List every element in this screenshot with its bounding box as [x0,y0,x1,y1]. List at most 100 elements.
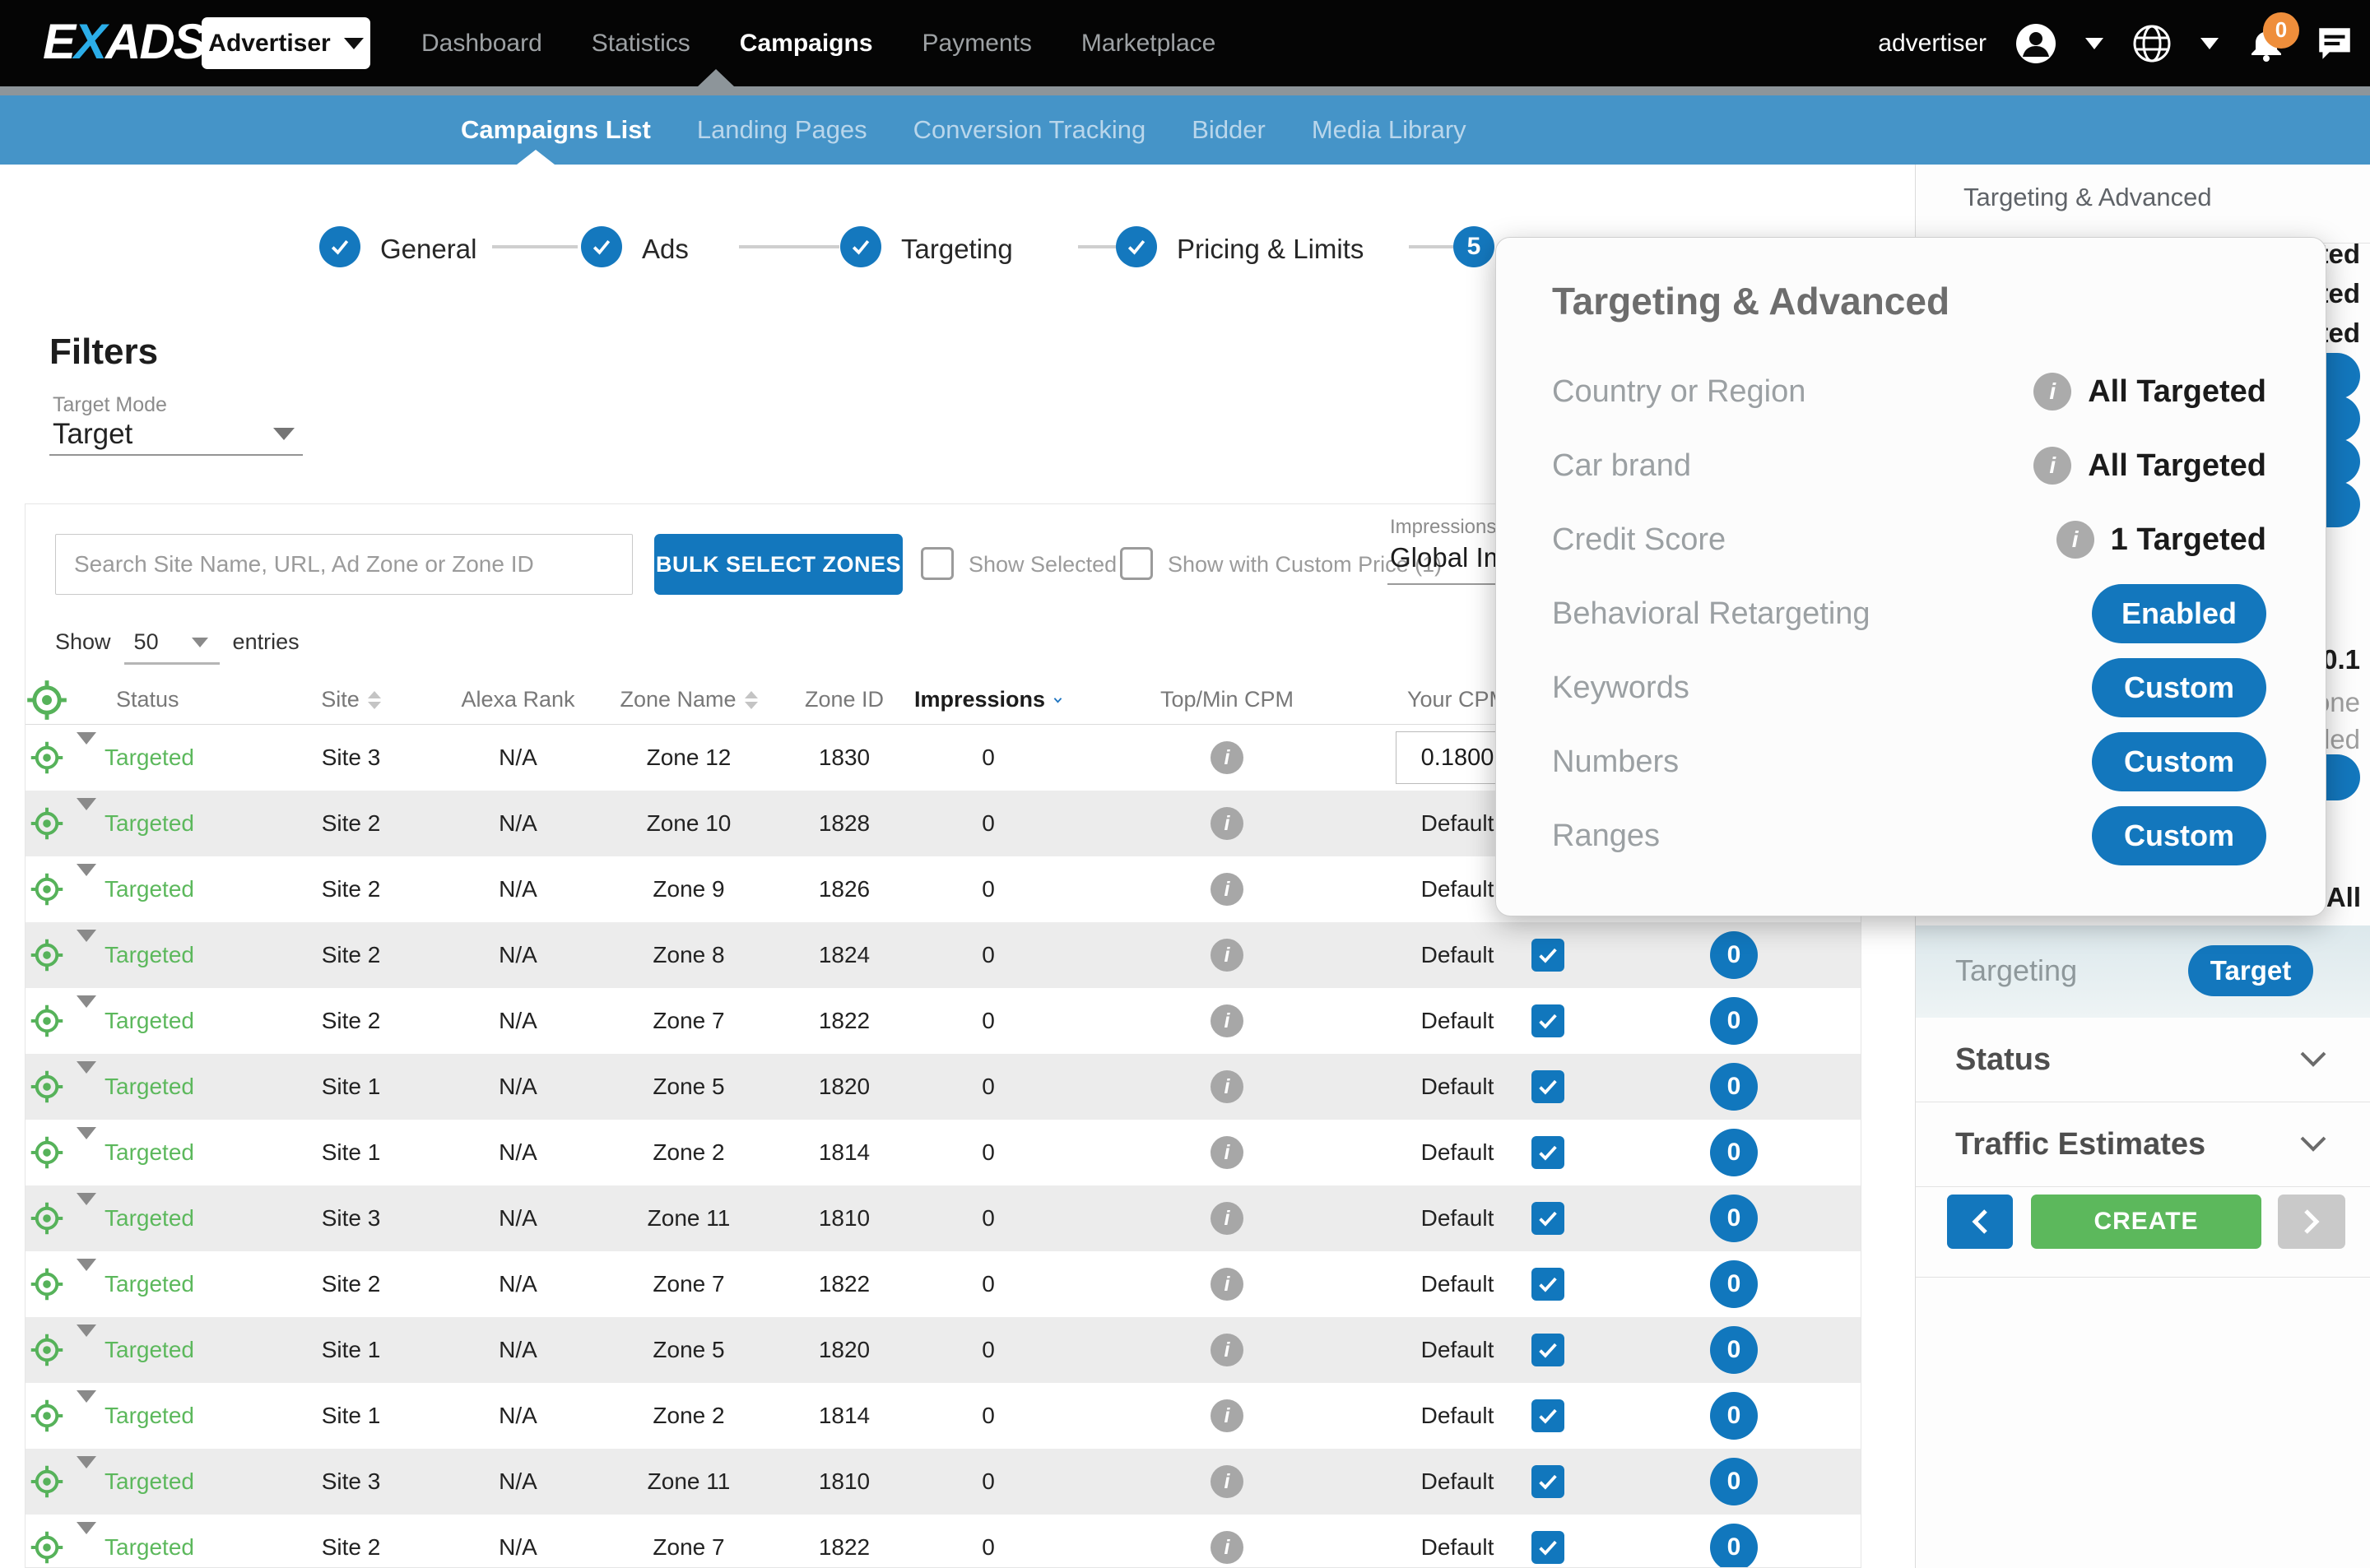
show-selected-checkbox[interactable] [921,547,954,580]
tab-campaigns-list[interactable]: Campaigns List [461,115,651,145]
column-zone-name[interactable]: Zone Name [603,687,774,712]
language-globe-icon[interactable] [2131,23,2172,64]
popover-row-pill-button[interactable]: Custom [2092,806,2266,865]
info-icon[interactable]: i [2033,373,2072,411]
row-expand-caret[interactable] [77,930,96,967]
show-custom-price-checkbox[interactable] [1120,547,1153,580]
tab-conversion-tracking[interactable]: Conversion Tracking [913,115,1146,145]
zone-search-input[interactable] [55,534,633,595]
zone-select-checkbox[interactable] [1531,1399,1564,1432]
zone-select-checkbox[interactable] [1531,1136,1564,1169]
zone-select-checkbox[interactable] [1531,1531,1564,1564]
exads-logo[interactable]: EXADS [43,13,207,70]
zone-count-pill[interactable]: 0 [1710,1260,1758,1308]
step-pricing-circle[interactable] [1116,226,1157,267]
target-toggle-icon[interactable] [30,872,64,907]
row-expand-caret[interactable] [77,1127,96,1165]
targeting-mode-pill[interactable]: Target [2188,945,2313,996]
step-targeting-circle[interactable] [840,226,881,267]
cpm-info-icon[interactable]: i [1211,939,1243,972]
zone-select-checkbox[interactable] [1531,1070,1564,1103]
zone-count-pill[interactable]: 0 [1710,1195,1758,1242]
cpm-info-icon[interactable]: i [1211,1004,1243,1037]
zone-count-pill[interactable]: 0 [1710,1524,1758,1567]
target-all-icon[interactable] [26,679,68,721]
zone-count-pill[interactable]: 0 [1710,1129,1758,1176]
info-icon[interactable]: i [2033,447,2072,485]
nav-payments[interactable]: Payments [922,30,1032,58]
step-ads-circle[interactable] [581,226,622,267]
target-toggle-icon[interactable] [30,806,64,841]
step-general-circle[interactable] [319,226,360,267]
zone-select-checkbox[interactable] [1531,1268,1564,1301]
traffic-estimates-accordion[interactable]: Traffic Estimates [1916,1102,2370,1187]
cpm-info-icon[interactable]: i [1211,1531,1243,1564]
target-toggle-icon[interactable] [30,1135,64,1170]
target-toggle-icon[interactable] [30,1530,64,1565]
row-expand-caret[interactable] [77,1456,96,1494]
column-zone-id[interactable]: Zone ID [774,687,914,712]
zone-count-pill[interactable]: 0 [1710,1392,1758,1440]
zone-select-checkbox[interactable] [1531,1004,1564,1037]
cpm-info-icon[interactable]: i [1211,1465,1243,1498]
row-expand-caret[interactable] [77,1522,96,1560]
column-status[interactable]: Status [105,687,269,712]
create-button[interactable]: CREATE [2031,1195,2261,1249]
zone-count-pill[interactable]: 0 [1710,1326,1758,1374]
notifications-bell-icon[interactable]: 0 [2247,12,2299,63]
account-type-button[interactable]: Advertiser [202,17,370,69]
target-toggle-icon[interactable] [30,1069,64,1104]
zone-count-pill[interactable]: 0 [1710,997,1758,1045]
bulk-select-zones-button[interactable]: BULK SELECT ZONES [654,534,903,595]
target-toggle-icon[interactable] [30,1267,64,1301]
nav-dashboard[interactable]: Dashboard [421,30,542,58]
popover-row-pill-button[interactable]: Custom [2092,658,2266,717]
target-mode-chevron[interactable] [273,428,295,440]
tab-landing-pages[interactable]: Landing Pages [697,115,867,145]
next-step-button[interactable] [2278,1195,2345,1249]
tab-bidder[interactable]: Bidder [1192,115,1266,145]
target-toggle-icon[interactable] [30,740,64,775]
zone-select-checkbox[interactable] [1531,1465,1564,1498]
user-avatar[interactable] [2014,22,2057,65]
cpm-info-icon[interactable]: i [1211,807,1243,840]
zone-select-checkbox[interactable] [1531,1334,1564,1366]
target-toggle-icon[interactable] [30,1333,64,1367]
column-top-min-cpm[interactable]: Top/Min CPM [1062,687,1392,712]
target-toggle-icon[interactable] [30,1399,64,1433]
popover-row-pill-button[interactable]: Custom [2092,732,2266,791]
row-expand-caret[interactable] [77,732,96,770]
row-expand-caret[interactable] [77,1061,96,1099]
zone-count-pill[interactable]: 0 [1710,1063,1758,1111]
column-alexa-rank[interactable]: Alexa Rank [433,687,603,712]
nav-campaigns[interactable]: Campaigns [740,30,873,58]
cpm-info-icon[interactable]: i [1211,1399,1243,1432]
target-toggle-icon[interactable] [30,1201,64,1236]
cpm-info-icon[interactable]: i [1211,1334,1243,1366]
row-expand-caret[interactable] [77,864,96,902]
cpm-info-icon[interactable]: i [1211,741,1243,774]
zone-count-pill[interactable]: 0 [1710,931,1758,979]
row-expand-caret[interactable] [77,1324,96,1362]
language-menu-chevron[interactable] [2200,37,2219,49]
page-size-select[interactable]: 50 [123,629,220,665]
popover-row-pill-button[interactable]: Enabled [2092,584,2266,643]
nav-statistics[interactable]: Statistics [592,30,690,58]
row-expand-caret[interactable] [77,798,96,836]
target-toggle-icon[interactable] [30,938,64,972]
zone-select-checkbox[interactable] [1531,939,1564,972]
status-accordion[interactable]: Status [1916,1018,2370,1102]
row-expand-caret[interactable] [77,1193,96,1231]
target-toggle-icon[interactable] [30,1004,64,1038]
account-menu-chevron[interactable] [2085,37,2103,49]
zone-select-checkbox[interactable] [1531,1202,1564,1235]
row-expand-caret[interactable] [77,1259,96,1297]
cpm-info-icon[interactable]: i [1211,873,1243,906]
cpm-info-icon[interactable]: i [1211,1136,1243,1169]
cpm-info-icon[interactable]: i [1211,1070,1243,1103]
nav-marketplace[interactable]: Marketplace [1081,30,1215,58]
column-site[interactable]: Site [269,687,433,712]
zone-count-pill[interactable]: 0 [1710,1458,1758,1505]
column-impressions[interactable]: Impressions [914,687,1062,712]
info-icon[interactable]: i [2056,521,2094,559]
